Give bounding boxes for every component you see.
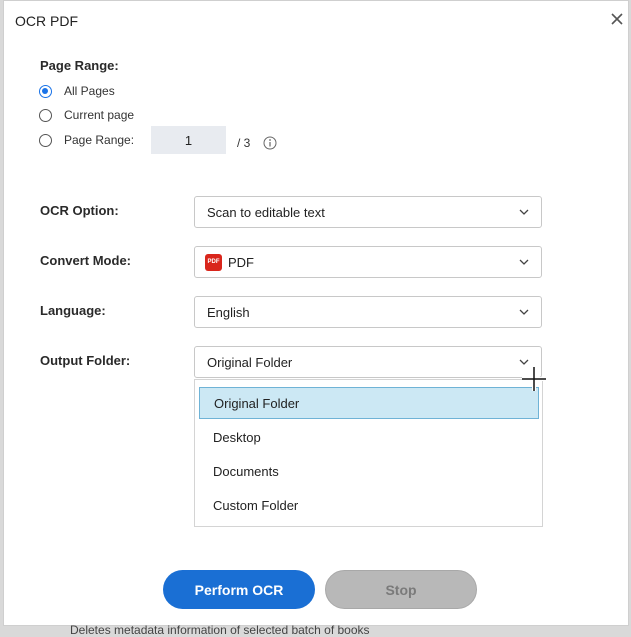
convert-mode-label: Convert Mode: <box>40 253 131 268</box>
page-range-heading: Page Range: <box>40 58 119 73</box>
dropdown-option-documents[interactable]: Documents <box>199 455 539 487</box>
output-folder-label: Output Folder: <box>40 353 131 368</box>
page-range-input[interactable] <box>151 126 226 154</box>
ocr-option-label: OCR Option: <box>40 203 119 218</box>
perform-ocr-button[interactable]: Perform OCR <box>163 570 315 609</box>
radio-label: All Pages <box>64 84 115 98</box>
chevron-down-icon <box>519 259 529 265</box>
chevron-down-icon <box>519 359 529 365</box>
pdf-file-icon: PDF <box>205 253 222 271</box>
language-value: English <box>207 304 250 320</box>
language-select[interactable]: English <box>194 296 542 328</box>
radio-button[interactable] <box>39 133 52 147</box>
chevron-down-icon <box>519 309 529 315</box>
dropdown-option-desktop[interactable]: Desktop <box>199 421 539 453</box>
ocr-pdf-dialog: OCR PDF Page Range: All Pages Current pa… <box>3 0 629 626</box>
radio-label: Page Range: <box>64 133 135 147</box>
output-folder-value: Original Folder <box>207 354 293 370</box>
page-total: / 3 <box>237 136 251 150</box>
convert-mode-select[interactable]: PDF PDF <box>194 246 542 278</box>
info-icon[interactable] <box>263 136 277 150</box>
language-label: Language: <box>40 303 106 318</box>
background-list-text: Deletes metadata information of selected… <box>70 623 370 637</box>
radio-label: Current page <box>64 108 135 122</box>
stop-button: Stop <box>325 570 477 609</box>
close-icon[interactable] <box>607 9 627 29</box>
radio-page-range[interactable]: Page Range: <box>39 133 134 147</box>
dropdown-option-custom-folder[interactable]: Custom Folder <box>199 489 539 521</box>
chevron-down-icon <box>519 209 529 215</box>
ocr-option-value: Scan to editable text <box>207 204 325 220</box>
output-folder-select[interactable]: Original Folder <box>194 346 542 378</box>
convert-mode-value: PDF <box>228 254 254 270</box>
output-folder-dropdown: Original Folder Desktop Documents Custom… <box>194 379 543 527</box>
radio-current-page[interactable]: Current page <box>39 108 134 122</box>
radio-button[interactable] <box>39 108 52 122</box>
ocr-option-select[interactable]: Scan to editable text <box>194 196 542 228</box>
move-cursor-icon <box>522 367 546 391</box>
dialog-title: OCR PDF <box>15 13 78 29</box>
radio-button[interactable] <box>39 84 52 98</box>
radio-all-pages[interactable]: All Pages <box>39 84 115 98</box>
dropdown-option-original-folder[interactable]: Original Folder <box>199 387 539 419</box>
